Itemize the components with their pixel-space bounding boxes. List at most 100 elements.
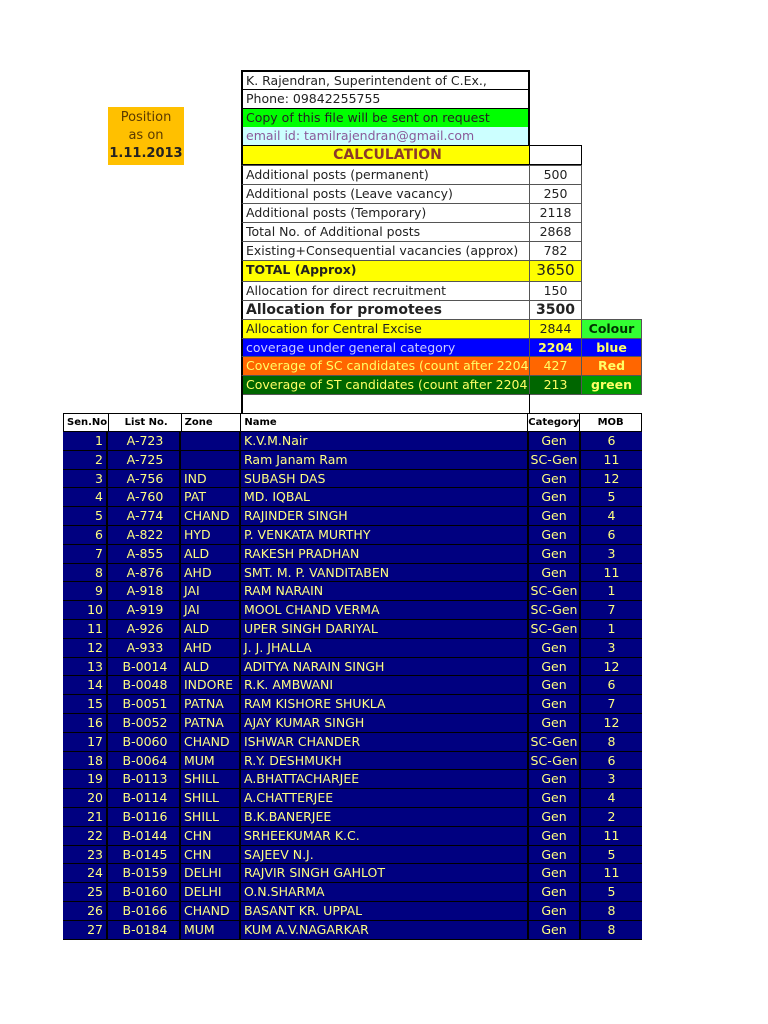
cell-name: O.N.SHARMA — [241, 883, 529, 901]
cell-list-no: A-756 — [108, 469, 181, 488]
cell-mob: 12 — [603, 658, 620, 674]
as-on-label: as on — [128, 128, 164, 143]
cell-mob: 11 — [603, 865, 620, 881]
cell-sen-no: 1 — [63, 432, 108, 450]
cell-category: SC-Gen — [529, 601, 581, 619]
header-sen-no: Sen.No — [64, 414, 109, 431]
table-row: 8 A-876 AHD SMT. M. P. VANDITABEN Gen 11 — [63, 563, 642, 583]
cell-mob: 3 — [607, 771, 616, 787]
phone-cell: Phone: 09842255755 — [241, 89, 530, 109]
table-row: 10 A-919 JAI MOOL CHAND VERMA SC-Gen 7 — [63, 601, 642, 620]
cell-zone — [181, 432, 241, 450]
cell-mob: 8 — [607, 921, 616, 937]
cell-category: SC-Gen — [529, 582, 581, 601]
table-row: 1 A-723 K.V.M.Nair Gen 6 — [63, 432, 642, 451]
cell-sen-no: 5 — [63, 507, 108, 525]
cell-zone: SHILL — [181, 789, 241, 807]
calc-value: 782 — [529, 241, 582, 261]
table-row: 21 B-0116 SHILL B.K.BANERJEE Gen 2 — [63, 807, 642, 827]
cell-list-no: B-0159 — [108, 864, 181, 883]
calc-value: 2204 — [529, 338, 582, 357]
table-row: 20 B-0114 SHILL A.CHATTERJEE Gen 4 — [63, 789, 642, 808]
cell-zone: PATNA — [181, 713, 241, 732]
cell-name: SAJEEV N.J. — [241, 845, 529, 864]
cell-zone: CHN — [181, 826, 241, 845]
cell-sen-no: 13 — [63, 657, 108, 676]
cell-mob: 7 — [607, 696, 616, 712]
calc-value: 2118 — [529, 203, 582, 223]
cell-zone: MUM — [181, 751, 241, 770]
cell-zone: JAI — [181, 601, 241, 619]
cell-category: Gen — [529, 883, 581, 901]
cell-zone: ALD — [181, 619, 241, 638]
colour-legend-cell: Colour — [581, 319, 642, 339]
table-row: 12 A-933 AHD J. J. JHALLA Gen 3 — [63, 638, 642, 658]
cell-list-no: B-0014 — [108, 657, 181, 676]
calc-value: 2868 — [529, 222, 582, 242]
cell-list-no: B-0052 — [108, 713, 181, 732]
cell-name: J. J. JHALLA — [241, 638, 529, 657]
cell-list-no: A-822 — [108, 525, 181, 544]
calc-value: 500 — [529, 165, 582, 185]
cell-list-no: B-0113 — [108, 770, 181, 789]
table-row: 2 A-725 Ram Janam Ram SC-Gen 11 — [63, 450, 642, 470]
cell-zone: SHILL — [181, 807, 241, 826]
table-row: 4 A-760 PAT MD. IQBAL Gen 5 — [63, 488, 642, 508]
cell-name: A.BHATTACHARJEE — [241, 770, 529, 789]
cell-list-no: B-0116 — [108, 807, 181, 826]
header-zone: Zone — [182, 414, 242, 431]
calc-label: Additional posts (Temporary) — [241, 203, 530, 223]
cell-category: Gen — [529, 713, 581, 732]
cell-list-no: A-725 — [108, 450, 181, 469]
cell-category: Gen — [529, 695, 581, 713]
calc-label: TOTAL (Approx) — [241, 260, 530, 282]
cell-mob: 3 — [607, 639, 616, 655]
cell-zone: PAT — [181, 488, 241, 507]
cell-mob: 6 — [607, 677, 616, 693]
cell-sen-no: 9 — [63, 582, 108, 601]
cell-list-no: B-0144 — [108, 826, 181, 845]
cell-category: SC-Gen — [529, 619, 581, 638]
calc-value: 2844 — [529, 319, 582, 339]
cell-sen-no: 17 — [63, 732, 108, 751]
cell-category: SC-Gen — [529, 751, 581, 770]
colour-legend-cell: blue — [581, 338, 642, 357]
calculation-title-blank — [529, 145, 582, 165]
cell-mob: 6 — [607, 433, 616, 448]
cell-zone: CHAND — [181, 901, 241, 920]
table-row: 11 A-926 ALD UPER SINGH DARIYAL SC-Gen 1 — [63, 619, 642, 639]
calc-label: Allocation for Central Excise — [241, 319, 530, 339]
cell-sen-no: 26 — [63, 901, 108, 920]
cell-list-no: A-933 — [108, 638, 181, 657]
cell-name: MD. IQBAL — [241, 488, 529, 507]
cell-name: RAJINDER SINGH — [241, 507, 529, 525]
cell-name: Ram Janam Ram — [241, 450, 529, 469]
cell-mob: 11 — [603, 564, 620, 580]
position-date: 1.11.2013 — [109, 146, 183, 161]
cell-category: Gen — [529, 488, 581, 507]
blank-spacer-cell — [241, 394, 530, 413]
cell-list-no: A-919 — [108, 601, 181, 619]
header-name: Name — [241, 414, 529, 431]
table-row: 17 B-0060 CHAND ISHWAR CHANDER SC-Gen 8 — [63, 732, 642, 752]
cell-list-no: B-0051 — [108, 695, 181, 713]
cell-category: Gen — [529, 864, 581, 883]
cell-name: P. VENKATA MURTHY — [241, 525, 529, 544]
cell-list-no: B-0064 — [108, 751, 181, 770]
table-row: 22 B-0144 CHN SRHEEKUMAR K.C. Gen 11 — [63, 826, 642, 846]
table-row: 19 B-0113 SHILL A.BHATTACHARJEE Gen 3 — [63, 770, 642, 790]
cell-name: RAM NARAIN — [241, 582, 529, 601]
cell-mob: 4 — [607, 508, 616, 524]
table-row: 26 B-0166 CHAND BASANT KR. UPPAL Gen 8 — [63, 901, 642, 921]
calc-value: 150 — [529, 281, 582, 301]
cell-name: RAKESH PRADHAN — [241, 544, 529, 563]
calc-label: Additional posts (Leave vacancy) — [241, 184, 530, 204]
cell-sen-no: 19 — [63, 770, 108, 789]
cell-mob: 5 — [607, 489, 616, 505]
cell-category: Gen — [529, 563, 581, 582]
table-row: 6 A-822 HYD P. VENKATA MURTHY Gen 6 — [63, 525, 642, 545]
cell-category: Gen — [529, 920, 581, 939]
cell-category: Gen — [529, 525, 581, 544]
cell-category: Gen — [529, 845, 581, 864]
cell-name: RAM KISHORE SHUKLA — [241, 695, 529, 713]
